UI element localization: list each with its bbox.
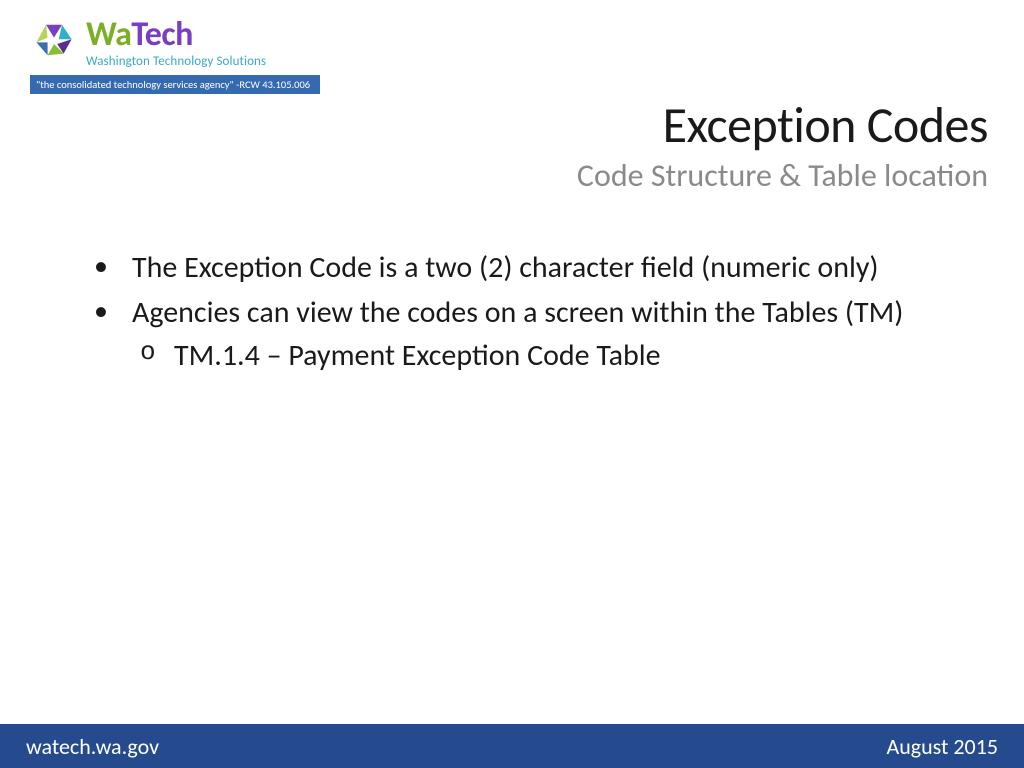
bullet-text: The Exception Code is a two (2) characte…: [132, 249, 879, 286]
slide: WaTech Washington Technology Solutions "…: [0, 0, 1024, 768]
logo-brand: WaTech: [86, 18, 266, 52]
hexagon-icon: [30, 20, 78, 68]
footer-url: watech.wa.gov: [26, 733, 159, 760]
logo-block: WaTech Washington Technology Solutions "…: [30, 18, 330, 94]
logo-brand-wa: Wa: [86, 14, 131, 55]
logo-brand-tech: Tech: [131, 14, 192, 55]
logo-row: WaTech Washington Technology Solutions: [30, 18, 330, 69]
footer-date: August 2015: [886, 733, 998, 760]
slide-title: Exception Codes: [577, 95, 988, 156]
slide-body: The Exception Code is a two (2) characte…: [80, 248, 954, 381]
bullet-item: The Exception Code is a two (2) characte…: [80, 248, 954, 287]
bullet-item: Agencies can view the codes on a screen …: [80, 293, 954, 375]
logo-subline: Washington Technology Solutions: [86, 54, 266, 69]
sub-bullet-item: TM.1.4 – Payment Exception Code Table: [132, 336, 954, 375]
sub-bullet-text: TM.1.4 – Payment Exception Code Table: [174, 337, 661, 374]
slide-subtitle: Code Structure & Table location: [577, 156, 988, 195]
logo-strip: "the consolidated technology services ag…: [30, 75, 320, 94]
bullet-text: Agencies can view the codes on a screen …: [132, 294, 903, 331]
footer-bar: watech.wa.gov August 2015: [0, 724, 1024, 768]
title-block: Exception Codes Code Structure & Table l…: [577, 95, 988, 195]
logo-text: WaTech Washington Technology Solutions: [86, 18, 266, 69]
